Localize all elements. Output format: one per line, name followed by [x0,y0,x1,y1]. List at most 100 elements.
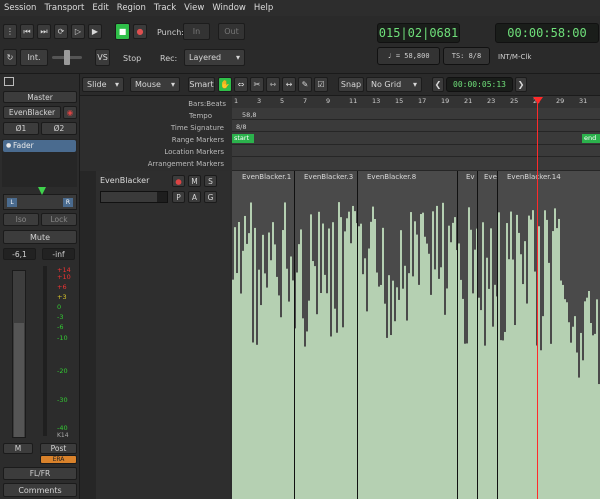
nudge-forward-icon[interactable]: ❯ [515,77,527,92]
menu-region[interactable]: Region [113,3,150,13]
smart-mode-button[interactable]: Smart [188,77,215,92]
follow-playhead-icon[interactable]: ↻ [3,49,17,66]
gain-entry[interactable]: -6,1 [3,248,36,260]
punch-out-button[interactable]: Out [218,23,245,40]
meter-point-button[interactable]: M [3,443,33,454]
phase-invert-1-button[interactable]: Ø1 [3,122,39,135]
nudge-backward-icon[interactable]: ❮ [432,77,444,92]
region-name[interactable]: EvenBlacker.14 [507,173,561,181]
grid-dropdown[interactable]: No Grid ▾ [366,77,422,92]
internal-sync-button[interactable]: Int. [20,49,48,66]
shuttle-slider[interactable] [52,50,82,65]
region-name[interactable]: EvenBlacker.3 [304,173,353,181]
peak-display[interactable]: -inf [42,248,75,260]
track-automation-button[interactable]: A [188,191,201,203]
comments-button[interactable]: Comments [3,483,77,497]
track-group-button[interactable]: G [204,191,217,203]
fader-processor[interactable]: ● Fader [3,140,76,152]
playhead-marker[interactable] [533,97,543,104]
menu-track[interactable]: Track [150,3,180,13]
location-ruler[interactable] [232,145,600,157]
waveform-column [284,202,286,499]
menu-transport[interactable]: Transport [40,3,88,13]
edit-mode-dropdown[interactable]: Slide ▾ [82,77,124,92]
play-range-icon[interactable]: ▷ [71,24,85,39]
gain-fader[interactable] [12,270,26,438]
region-name[interactable]: EvenBlacker.1 [242,173,291,181]
session-start-marker[interactable]: start [232,134,254,143]
stop-icon[interactable]: ■ [115,23,130,40]
rec-arm-icon[interactable]: ◉ [63,106,77,119]
cut-tool-icon[interactable]: ✂ [250,77,264,92]
strip-width-icon[interactable] [4,77,14,86]
track-header[interactable]: EvenBlacker ● M S P A G [96,171,230,499]
time-signature-display[interactable]: TS: 8/8 [443,47,490,65]
snap-button[interactable]: Snap [338,77,364,92]
nudge-clock[interactable]: 00:00:05:13 [446,77,513,92]
tempo-marker[interactable]: 58,8 [242,111,256,119]
solo-isolate-button[interactable]: Iso [3,213,39,226]
output-button[interactable]: FL/FR [3,467,77,480]
solo-lock-button[interactable]: Lock [41,213,77,226]
audition-tool-icon[interactable]: ↔ [282,77,296,92]
track-gain-slider[interactable] [100,191,168,203]
panner[interactable]: L R [3,187,77,210]
grab-tool-icon[interactable]: ✋ [218,77,232,92]
mute-button[interactable]: Mute [3,230,77,244]
draw-tool-icon[interactable]: ✎ [298,77,312,92]
tempo-display[interactable]: ♩ = 58,800 [377,47,440,65]
menu-view[interactable]: View [180,3,208,13]
vs-button[interactable]: VS [95,49,110,66]
region-name[interactable]: Eve [484,173,497,181]
region-name[interactable]: Ev [466,173,475,181]
waveform-column [366,311,368,499]
loop-icon[interactable]: ⟳ [54,24,68,39]
tempo-ruler[interactable]: 58,8 [232,108,600,120]
waveform-column [592,335,594,499]
shuttle-handle[interactable] [64,50,70,65]
meter-post-button[interactable]: Post [40,443,77,454]
track-name-button[interactable]: EvenBlacker [3,106,61,119]
track-solo-button[interactable]: S [204,175,217,187]
processor-box[interactable]: ● Fader [2,139,77,187]
session-end-marker[interactable]: end [582,134,600,143]
menu-help[interactable]: Help [250,3,277,13]
punch-in-button[interactable]: In [183,23,210,40]
menu-edit[interactable]: Edit [88,3,112,13]
bar-number: 23 [487,97,496,105]
waveform-column [516,214,518,499]
playhead[interactable] [537,100,538,499]
track-playlist-button[interactable]: P [172,191,185,203]
midi-panic-icon[interactable]: ⋮ [3,24,17,39]
menu-session[interactable]: Session [0,3,40,13]
record-icon[interactable]: ● [133,24,147,39]
pan-position-indicator[interactable] [38,187,46,195]
secondary-clock[interactable]: 00:00:58:00 [495,23,599,43]
meter-ruler[interactable]: 8/8 [232,120,600,132]
master-bus-button[interactable]: Master [3,91,77,103]
bbt-ruler[interactable]: 135791113151719212325272931 [232,96,600,108]
era-badge[interactable]: ERA [40,455,77,464]
goto-end-icon[interactable]: ⏭ [37,24,51,39]
goto-start-icon[interactable]: ⏮ [20,24,34,39]
track-canvas[interactable]: EvenBlacker.1 EvenBlacker.3 EvenBlacker.… [232,171,600,499]
track-rec-icon[interactable]: ● [172,175,185,187]
track-mute-button[interactable]: M [188,175,201,187]
play-icon[interactable]: ▶ [88,24,102,39]
stretch-tool-icon[interactable]: ⇿ [266,77,280,92]
content-tool-icon[interactable]: ☑ [314,77,328,92]
primary-clock[interactable]: 015|02|0681 [377,23,460,43]
phase-invert-2-button[interactable]: Ø2 [41,122,77,135]
waveform-column [272,222,274,499]
track-name-label[interactable]: EvenBlacker [100,176,149,185]
meter-marker[interactable]: 8/8 [236,123,246,131]
rec-mode-dropdown[interactable]: Layered ▾ [184,49,245,66]
waveform-column [374,219,376,499]
region-name[interactable]: EvenBlacker.8 [367,173,416,181]
menu-window[interactable]: Window [208,3,250,13]
range-tool-icon[interactable]: ⇔ [234,77,248,92]
waveform-column [302,318,304,499]
ripple-mode-dropdown[interactable]: Mouse ▾ [130,77,180,92]
arrangement-ruler[interactable] [232,157,600,171]
range-ruler[interactable]: start end [232,132,600,145]
